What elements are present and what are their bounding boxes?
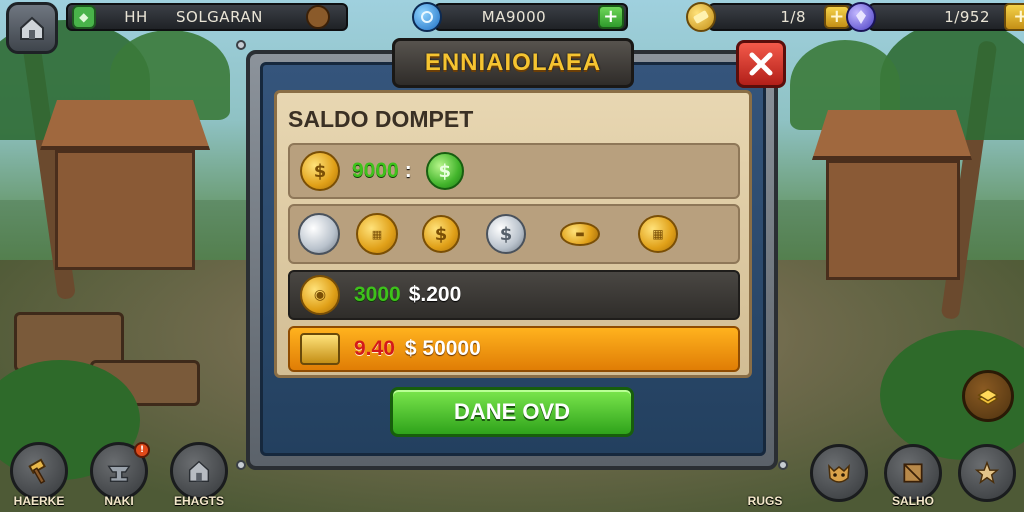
gold-pill: 1/8 + — [708, 3, 854, 31]
player-name: SOLGARAN — [176, 8, 263, 26]
hut — [826, 160, 960, 280]
coin-selection-row: ▦ $ $ ▬ ▦ — [288, 204, 740, 264]
exchange-coins: 3000 — [354, 283, 401, 306]
nav-button-beast[interactable] — [810, 444, 868, 502]
balance-separator: : — [404, 159, 412, 182]
box-icon — [903, 463, 923, 483]
nav-label-haerke: HAERKE — [13, 494, 65, 508]
nav-button-star[interactable] — [958, 444, 1016, 502]
gold-amount: 1/8 — [780, 8, 806, 26]
nav-label-rugs: RUGS — [747, 494, 783, 508]
gold-chest-button[interactable] — [962, 370, 1014, 422]
gem-pill: 1/952 + — [868, 3, 1024, 31]
exchange-row[interactable]: ◉ 3000 $.200 — [288, 270, 740, 320]
close-button[interactable] — [736, 40, 786, 88]
close-icon — [749, 52, 773, 76]
house-icon — [188, 460, 210, 482]
nav-label-naki: NAKI — [104, 494, 134, 508]
hut-roof — [40, 100, 210, 150]
anvil-icon — [107, 465, 131, 482]
gold-coin-icon[interactable]: ▦ — [356, 213, 398, 255]
beast-icon — [828, 464, 850, 483]
gold-bar-icon — [686, 2, 716, 32]
gold-stack-icon — [300, 333, 340, 365]
nav-label-ehagts: EHAGTS — [173, 494, 224, 508]
premium-exchange-row[interactable]: 9.40 $ 50000 — [288, 326, 740, 372]
player-level: HH — [124, 8, 148, 26]
silver-coin-stack-icon[interactable] — [298, 213, 340, 255]
player-bar: ◆ HH SOLGARAN — [66, 0, 348, 34]
gold-coin-icon: ◉ — [300, 275, 340, 315]
nav-button-ehagts[interactable] — [170, 442, 228, 500]
rivet — [236, 40, 246, 50]
crystal-pill: MA9000 + — [434, 3, 628, 31]
flat-gold-coin-icon[interactable]: ▬ — [560, 222, 600, 246]
balance-row: $ 9000 : $ — [288, 143, 740, 199]
premium-value: $ 50000 — [404, 337, 481, 360]
crystal-icon — [412, 2, 442, 32]
green-gem-icon: ◆ — [72, 5, 96, 29]
dialog-title-plate: ENNIAIOLAEA — [392, 38, 634, 88]
dialog-title: ENNIAIOLAEA — [424, 49, 602, 76]
nav-label-salho: SALHO — [892, 494, 934, 508]
rivet — [778, 460, 788, 470]
section-title: SALDO DOMPET — [288, 106, 474, 132]
profile-icon[interactable] — [306, 5, 330, 29]
star-icon — [974, 460, 1000, 485]
notification-badge: ! — [134, 442, 150, 458]
gold-stack-icon — [977, 388, 999, 406]
hut — [55, 150, 195, 270]
balance-amount: 9000 — [352, 159, 399, 182]
nav-button-haerke[interactable] — [10, 442, 68, 500]
gold-coin-icon: $ — [300, 151, 340, 191]
home-icon — [20, 16, 44, 40]
silver-coin-icon[interactable]: $ — [486, 214, 526, 254]
gem-amount: 1/952 — [944, 8, 990, 26]
confirm-button[interactable]: DANE OVD — [390, 387, 634, 437]
exchange-value: $.200 — [408, 283, 462, 306]
premium-red-value: 9.40 — [354, 337, 395, 360]
gold-coin-icon[interactable]: ▦ — [638, 215, 678, 253]
crystal-amount: MA9000 — [481, 8, 547, 26]
confirm-label: DANE OVD — [453, 399, 571, 424]
gold-counter: 1/8 + — [686, 0, 854, 34]
home-button[interactable] — [6, 2, 58, 54]
gold-coin-icon[interactable]: $ — [422, 215, 460, 253]
green-coin-icon: $ — [425, 152, 464, 190]
player-pill: ◆ HH SOLGARAN — [66, 3, 348, 31]
crystal-counter: MA9000 + — [412, 0, 628, 34]
blue-gem-icon — [846, 2, 876, 32]
rivet — [236, 460, 246, 470]
hammer-icon — [28, 458, 46, 485]
add-gem-button[interactable]: + — [1004, 3, 1024, 31]
hut-roof — [812, 110, 972, 160]
gem-counter: 1/952 + — [846, 0, 1024, 34]
add-crystal-button[interactable]: + — [598, 5, 624, 29]
